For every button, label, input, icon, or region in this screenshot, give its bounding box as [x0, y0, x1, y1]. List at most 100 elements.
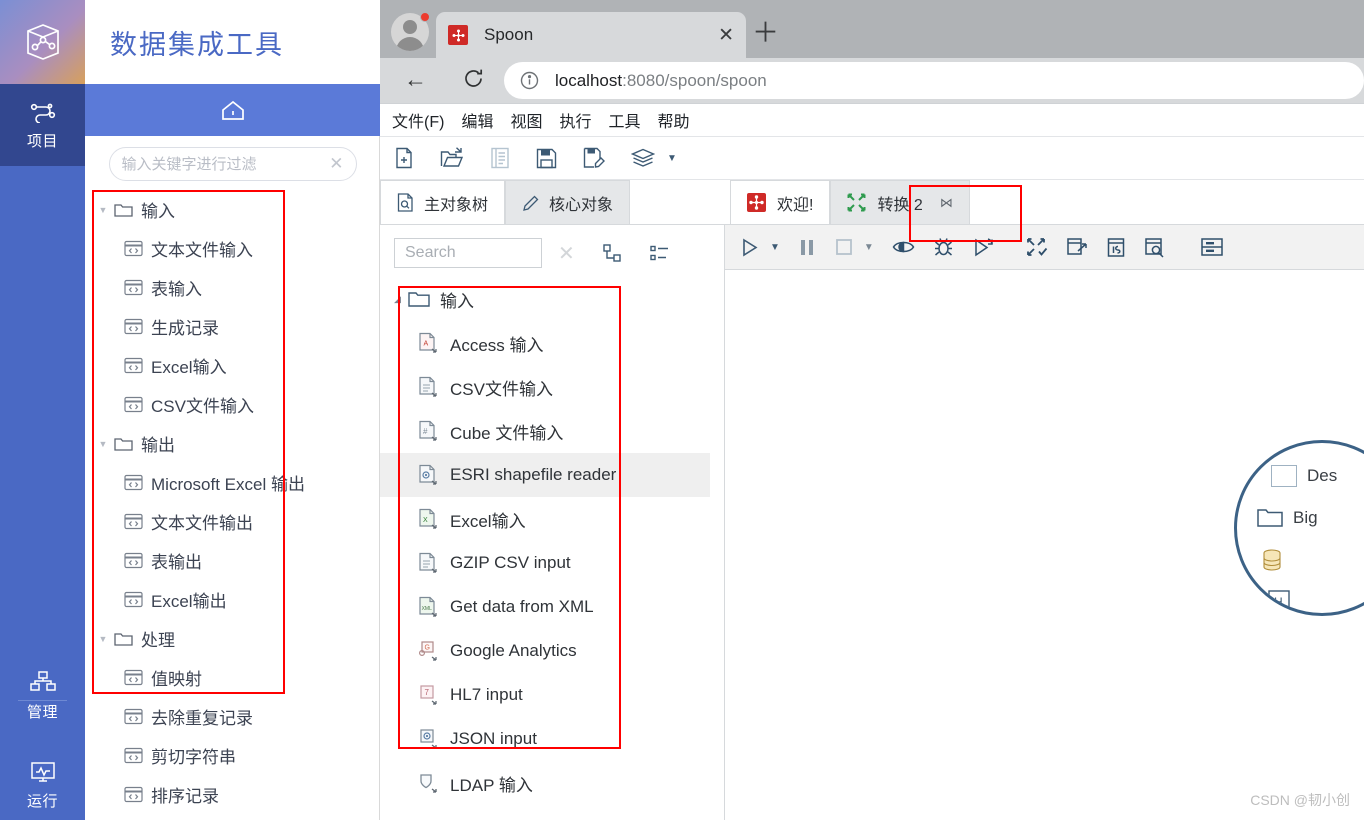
tree-step-row[interactable]: Microsoft Excel 输出	[85, 463, 380, 502]
tree-step-row[interactable]: 生成记录	[85, 307, 380, 346]
tree-step-row[interactable]: 文本文件输入	[85, 229, 380, 268]
flow-nodes-icon	[29, 99, 57, 123]
core-tree-step-row[interactable]: 7 HL7 input	[380, 673, 710, 717]
esri-input-icon	[418, 464, 446, 486]
core-objects-tree[interactable]: ◢ 输入 A Access 输入 CSV文件输入 # Cube 文件输入 ESR…	[380, 277, 710, 820]
run-icon[interactable]	[739, 237, 760, 258]
pencil-icon	[522, 194, 539, 212]
list-view-icon[interactable]	[650, 245, 669, 262]
stop-dropdown-caret-icon[interactable]: ▼	[864, 242, 874, 253]
new-file-icon[interactable]	[394, 147, 414, 169]
menu-item-tools[interactable]: 工具	[608, 108, 640, 132]
close-icon[interactable]: ✕	[329, 154, 343, 174]
tree-step-row[interactable]: CSV文件输入	[85, 385, 380, 424]
tree-step-row[interactable]: 表输出	[85, 541, 380, 580]
pause-icon[interactable]	[798, 237, 816, 258]
browser-tab[interactable]: Spoon ✕	[436, 12, 746, 58]
close-icon[interactable]: ⋈	[940, 195, 953, 211]
core-tree-step-row[interactable]: XML Get data from XML	[380, 585, 710, 629]
sidebar-item-manage[interactable]: 管理	[0, 655, 85, 737]
core-tree-step-row[interactable]: JSON input	[380, 717, 710, 761]
monitor-chart-icon	[30, 761, 56, 783]
menu-item-view[interactable]: 视图	[510, 108, 542, 132]
open-file-icon[interactable]	[440, 147, 464, 169]
core-tree-step-row[interactable]: X Excel输入	[380, 497, 710, 541]
steps-tree[interactable]: ▼ 输入 文本文件输入 表输入 生成记录 Excel输入 CSV文件输入 ▼ 输…	[85, 190, 380, 820]
tree-view-icon[interactable]	[603, 243, 622, 263]
sidebar-item-projects[interactable]: 项目	[0, 84, 85, 166]
tree-step-label: 去除重复记录	[151, 709, 253, 728]
sql-icon[interactable]	[1106, 237, 1126, 258]
core-tree-step-row-selected[interactable]: ESRI shapefile reader	[380, 453, 710, 497]
home-button[interactable]	[85, 84, 380, 136]
tree-step-label: 表输入	[151, 280, 202, 299]
arrow-left-icon[interactable]: ←	[404, 68, 427, 91]
tree-step-row[interactable]: 剪切字符串	[85, 736, 380, 775]
save-as-icon[interactable]	[583, 147, 605, 169]
core-tree-folder-row[interactable]: ◢ 输入	[380, 277, 710, 321]
tab-main-object-tree[interactable]: 主对象树	[380, 180, 506, 224]
address-bar[interactable]: localhost:8080/spoon/spoon	[504, 62, 1364, 99]
app-logo	[0, 0, 85, 84]
explore-database-icon[interactable]	[1144, 237, 1166, 258]
tree-step-row[interactable]: 值映射	[85, 658, 380, 697]
tree-folder-label: 输出	[141, 436, 175, 455]
chevron-down-icon[interactable]: ◢	[394, 294, 408, 305]
filter-input-box[interactable]: ✕	[108, 147, 357, 181]
menu-item-help[interactable]: 帮助	[658, 108, 690, 132]
search-input-box[interactable]	[394, 238, 542, 268]
show-grid-icon[interactable]	[1200, 237, 1224, 257]
tree-step-row[interactable]: 去除重复记录	[85, 697, 380, 736]
chevron-down-icon[interactable]: ▼	[95, 205, 111, 215]
google-analytics-icon: G	[418, 640, 446, 662]
svg-text:#: #	[423, 427, 428, 436]
core-tree-step-row[interactable]: CSV文件输入	[380, 365, 710, 409]
step-code-icon	[121, 747, 145, 764]
core-tree-step-row[interactable]: G Google Analytics	[380, 629, 710, 673]
cube-input-icon: #	[418, 420, 446, 442]
replay-icon[interactable]	[972, 237, 994, 258]
tab-core-objects[interactable]: 核心对象	[505, 180, 631, 224]
tree-folder-row[interactable]: ▼ 输入	[85, 190, 380, 229]
chevron-down-icon[interactable]: ▼	[95, 439, 111, 449]
reload-icon[interactable]	[462, 67, 485, 90]
watermark: CSDN @韧小创	[1250, 792, 1350, 808]
stop-icon[interactable]	[834, 237, 854, 257]
tree-step-row[interactable]: 表输入	[85, 268, 380, 307]
preview-icon[interactable]	[892, 238, 915, 256]
core-tree-step-row[interactable]: A Access 输入	[380, 321, 710, 365]
tree-step-row[interactable]: 文本文件输出	[85, 502, 380, 541]
close-icon[interactable]: ✕	[558, 241, 575, 266]
chevron-down-icon[interactable]: ▼	[667, 153, 677, 164]
run-dropdown-caret-icon[interactable]: ▼	[770, 242, 780, 253]
close-icon[interactable]: ✕	[718, 24, 734, 47]
tree-folder-row[interactable]: ▼ 输出	[85, 424, 380, 463]
save-icon[interactable]	[536, 148, 557, 169]
tree-step-label: Excel输入	[151, 358, 227, 377]
filter-input[interactable]	[121, 155, 326, 173]
tree-step-row[interactable]: 排序记录	[85, 775, 380, 814]
core-tree-step-row[interactable]: # Cube 文件输入	[380, 409, 710, 453]
menu-item-edit[interactable]: 编辑	[461, 108, 493, 132]
search-input[interactable]	[405, 244, 531, 262]
chevron-down-icon[interactable]: ▼	[95, 634, 111, 644]
tree-step-row[interactable]: Excel输出	[85, 580, 380, 619]
verify-icon[interactable]	[1026, 237, 1048, 258]
tab-welcome[interactable]: 欢迎!	[730, 180, 831, 224]
menu-item-file[interactable]: 文件(F)	[392, 108, 444, 132]
plus-icon[interactable]: ＋	[752, 20, 779, 47]
info-circle-icon[interactable]	[520, 71, 539, 90]
impact-analysis-icon[interactable]	[1066, 237, 1088, 258]
tree-step-row[interactable]: Excel输入	[85, 346, 380, 385]
tree-step-label: 剪切字符串	[151, 748, 236, 767]
core-tree-step-row[interactable]: LDAP 输入	[380, 761, 710, 805]
layers-icon[interactable]	[631, 148, 655, 168]
tree-folder-row[interactable]: ▼ 处理	[85, 619, 380, 658]
core-tree-step-row[interactable]: GZIP CSV input	[380, 541, 710, 585]
debug-icon[interactable]	[933, 237, 954, 258]
filter-row: ✕	[85, 136, 380, 192]
list-icon[interactable]	[490, 147, 510, 169]
menu-item-run[interactable]: 执行	[559, 108, 591, 132]
sidebar-item-run[interactable]: 运行	[0, 745, 85, 820]
tab-transformation-2[interactable]: 转换 2 ⋈	[830, 180, 970, 224]
